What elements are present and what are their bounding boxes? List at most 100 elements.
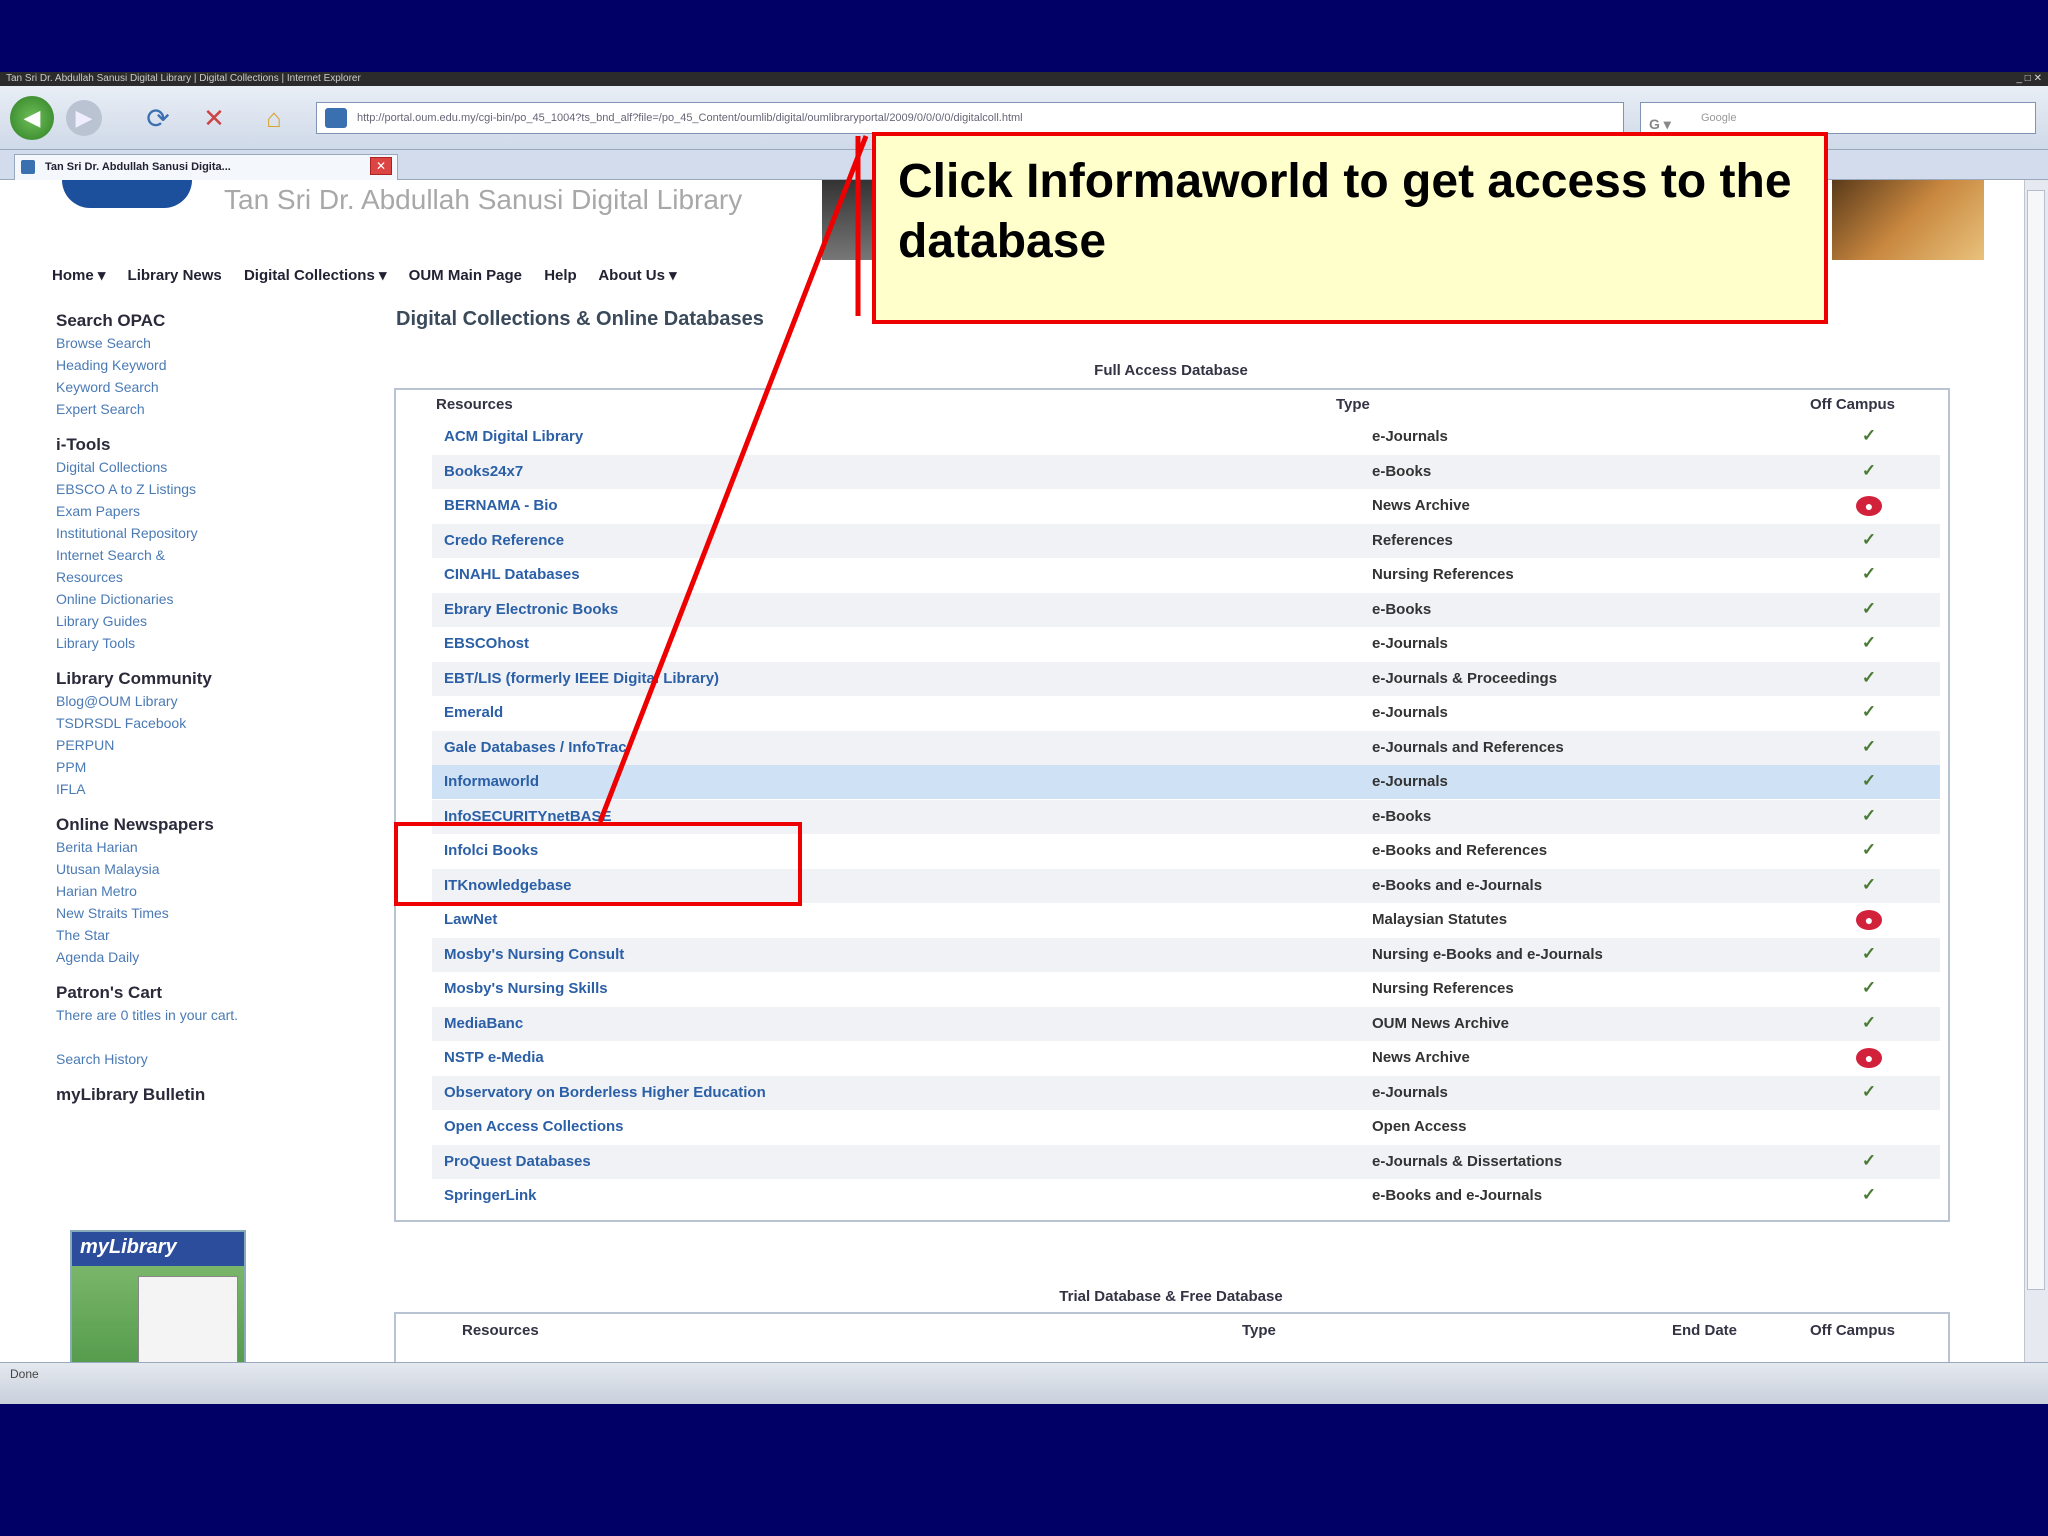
no-access-icon: ● — [1856, 496, 1882, 516]
stop-button[interactable]: ✕ — [196, 100, 232, 136]
resource-link[interactable]: SpringerLink — [444, 1187, 537, 1204]
tab-favicon-icon — [21, 160, 35, 174]
resource-link[interactable]: Open Access Collections — [444, 1118, 624, 1135]
column-resources: Resources — [436, 396, 513, 413]
resource-link[interactable]: Mosby's Nursing Skills — [444, 980, 608, 997]
resource-type: e-Books — [1372, 462, 1432, 480]
resource-type: e-Books and e-Journals — [1372, 1187, 1543, 1204]
checkmark-icon: ✓ — [1861, 805, 1877, 825]
sidebar-heading: i-Tools — [56, 435, 111, 454]
sidebar-link[interactable]: Exam Papers — [56, 500, 356, 522]
sidebar-link[interactable]: Utusan Malaysia — [56, 858, 356, 880]
sidebar-link[interactable]: TSDRSDL Facebook — [56, 712, 356, 734]
tab-close-button[interactable]: ✕ — [370, 157, 392, 175]
resource-link[interactable]: EBT/LIS (formerly IEEE Digital Library) — [444, 670, 719, 687]
resource-link[interactable]: Books24x7 — [444, 463, 523, 480]
sidebar-heading: Patron's Cart — [56, 983, 163, 1002]
refresh-button[interactable]: ⟳ — [140, 100, 176, 136]
sidebar-link[interactable]: Library Tools — [56, 632, 356, 654]
scrollbar-thumb[interactable] — [2027, 190, 2045, 1290]
table-row: Observatory on Borderless Higher Educati… — [432, 1075, 1940, 1110]
resource-type: OUM News Archive — [1372, 1014, 1509, 1032]
resource-link[interactable]: Observatory on Borderless Higher Educati… — [444, 1084, 766, 1101]
sidebar-link[interactable]: Online Dictionaries — [56, 588, 356, 610]
no-access-icon: ● — [1856, 1048, 1882, 1068]
resource-link[interactable]: EBSCOhost — [444, 635, 529, 652]
resource-type: Nursing References — [1372, 980, 1514, 997]
menu-about-us[interactable]: About Us ▾ — [598, 267, 676, 284]
sidebar-link[interactable]: Expert Search — [56, 398, 356, 420]
sidebar-link[interactable]: Berita Harian — [56, 836, 356, 858]
checkmark-icon: ✓ — [1861, 736, 1877, 756]
sidebar-link[interactable]: Agenda Daily — [56, 946, 356, 968]
sidebar-link[interactable]: Institutional Repository — [56, 522, 356, 544]
resource-link[interactable]: Ebrary Electronic Books — [444, 601, 618, 618]
checkmark-icon: ✓ — [1861, 874, 1877, 894]
checkmark-icon: ✓ — [1861, 943, 1877, 963]
resource-type: Nursing e-Books and e-Journals — [1372, 945, 1603, 963]
sidebar-link[interactable]: Keyword Search — [56, 376, 356, 398]
resource-link[interactable]: BERNAMA - Bio — [444, 497, 558, 514]
resource-link[interactable]: MediaBanc — [444, 1015, 523, 1032]
sidebar-link[interactable]: IFLA — [56, 778, 356, 800]
sidebar-heading: Library Community — [56, 669, 212, 688]
library-logo — [62, 180, 192, 208]
resource-link[interactable]: Mosby's Nursing Consult — [444, 946, 624, 963]
menu-help[interactable]: Help — [544, 267, 577, 284]
resource-type: e-Books and e-Journals — [1372, 876, 1543, 894]
sidebar-link[interactable]: The Star — [56, 924, 356, 946]
resource-link[interactable]: Credo Reference — [444, 532, 564, 549]
sidebar-link[interactable]: PERPUN — [56, 734, 356, 756]
resource-type: e-Journals — [1372, 428, 1448, 445]
forward-arrow-icon: ▶ — [75, 105, 93, 130]
sidebar-link[interactable]: PPM — [56, 756, 356, 778]
forward-button[interactable]: ▶ — [66, 100, 102, 136]
sidebar-link[interactable]: Library Guides — [56, 610, 356, 632]
sidebar-link[interactable]: Internet Search & — [56, 544, 356, 566]
resource-link[interactable]: ProQuest Databases — [444, 1153, 591, 1170]
database-table: Resources Type Off Campus ACM Digital Li… — [394, 388, 1950, 1222]
back-button[interactable]: ◀ — [10, 96, 54, 140]
resource-type: Open Access — [1372, 1118, 1467, 1135]
resource-link[interactable]: NSTP e-Media — [444, 1049, 544, 1066]
trial-caption: Trial Database & Free Database — [1059, 1288, 1283, 1305]
menu-digital-collections[interactable]: Digital Collections ▾ — [244, 267, 387, 284]
checkmark-icon: ✓ — [1861, 771, 1877, 790]
sidebar-link[interactable]: Resources — [56, 566, 356, 588]
sidebar-link[interactable]: Search History — [56, 1048, 356, 1070]
menu-oum-main-page[interactable]: OUM Main Page — [409, 267, 522, 284]
url-text: http://portal.oum.edu.my/cgi-bin/po_45_1… — [357, 112, 1023, 124]
resource-link[interactable]: Informaworld — [444, 773, 539, 790]
search-input[interactable]: G ▾ Google — [1640, 102, 2036, 134]
home-button[interactable]: ⌂ — [256, 100, 292, 136]
sidebar-link[interactable]: Harian Metro — [56, 880, 356, 902]
sidebar-link[interactable]: Browse Search — [56, 332, 356, 354]
address-bar[interactable]: http://portal.oum.edu.my/cgi-bin/po_45_1… — [316, 102, 1624, 134]
sidebar-link[interactable]: Digital Collections — [56, 456, 356, 478]
sidebar-link[interactable]: Heading Keyword — [56, 354, 356, 376]
tab-digital-library[interactable]: Tan Sri Dr. Abdullah Sanusi Digita... — [14, 154, 398, 180]
vertical-scrollbar[interactable] — [2024, 180, 2048, 1362]
resource-link[interactable]: Emerald — [444, 704, 503, 721]
resource-link[interactable]: CINAHL Databases — [444, 566, 580, 583]
menu-library-news[interactable]: Library News — [128, 267, 222, 284]
home-icon: ⌂ — [266, 102, 282, 133]
status-bar: Done — [0, 1362, 2048, 1404]
resource-link[interactable]: ACM Digital Library — [444, 428, 583, 445]
page-title: Digital Collections & Online Databases — [396, 308, 764, 330]
resource-link[interactable]: Gale Databases / InfoTrac — [444, 739, 627, 756]
close-icon: ✕ — [375, 159, 387, 173]
window-controls[interactable]: _ □ ✕ — [2016, 72, 2042, 86]
sidebar-link[interactable]: Blog@OUM Library — [56, 690, 356, 712]
sidebar-link[interactable]: New Straits Times — [56, 902, 356, 924]
table-row: Credo Reference References ✓ — [432, 523, 1940, 558]
table-row: Emerald e-Journals ✓ — [432, 696, 1940, 730]
bulletin-title: myLibrary — [72, 1232, 244, 1266]
full-access-caption: Full Access Database — [1094, 362, 1248, 379]
sidebar-link[interactable]: There are 0 titles in your cart. — [56, 1004, 356, 1026]
menu-home[interactable]: Home ▾ — [52, 267, 105, 284]
resource-link[interactable]: LawNet — [444, 911, 497, 928]
site-title: Tan Sri Dr. Abdullah Sanusi Digital Libr… — [224, 184, 743, 215]
highlight-box — [394, 822, 802, 906]
sidebar-link[interactable]: EBSCO A to Z Listings — [56, 478, 356, 500]
